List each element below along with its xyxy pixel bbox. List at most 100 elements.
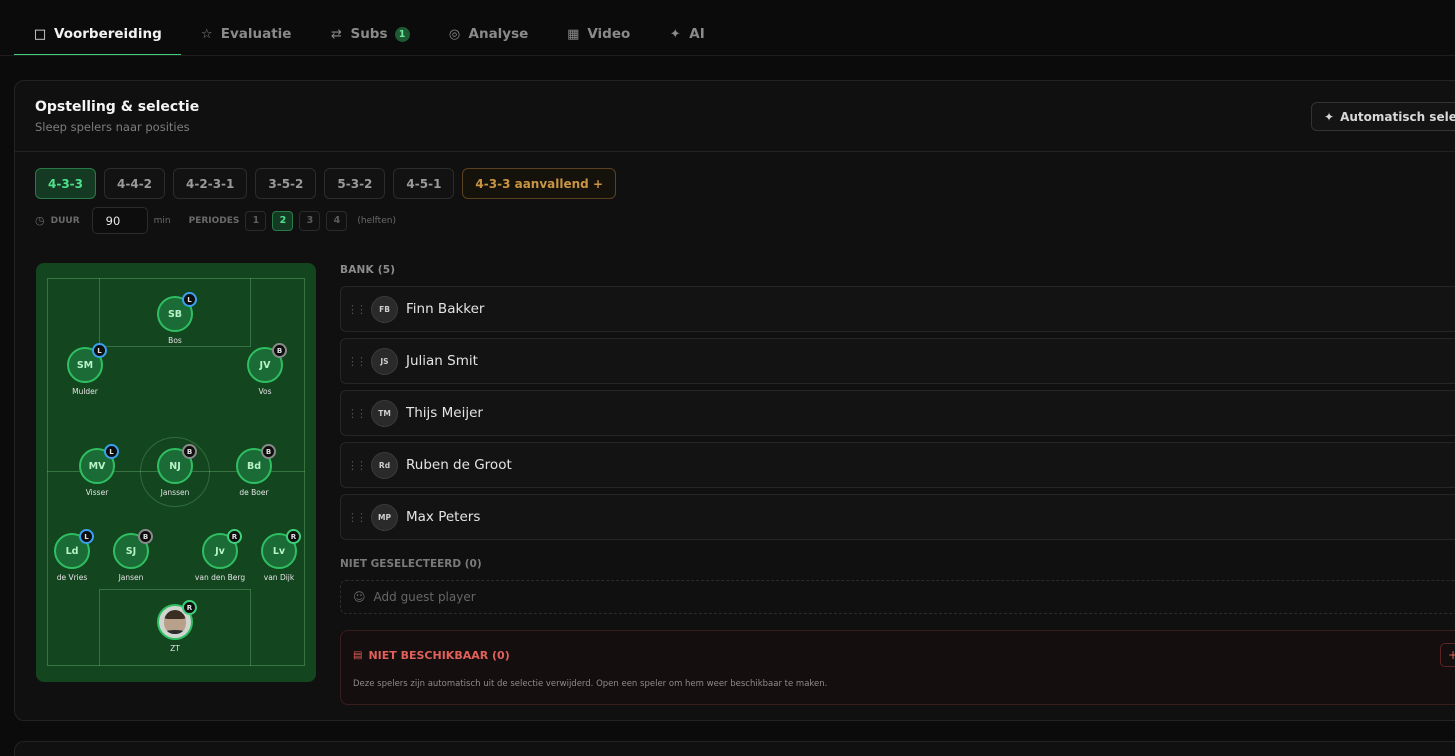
bank-player-name: Max Peters	[406, 509, 481, 525]
tab-ai[interactable]: ✦ AI	[649, 14, 723, 54]
player-role-badge: B	[138, 529, 153, 544]
drag-handle-icon[interactable]: ⋮⋮	[341, 511, 371, 524]
duration-input[interactable]: 90	[91, 207, 148, 234]
player-name: van Dijk	[263, 573, 295, 582]
avatar: FB	[371, 295, 398, 323]
field-player-goalkeeper[interactable]: R ZT	[145, 600, 205, 653]
subs-count-badge: 1	[394, 26, 410, 42]
unavailable-description: Deze spelers zijn automatisch uit de sel…	[353, 679, 828, 689]
formation-4-3-3[interactable]: 4-3-3	[35, 168, 97, 199]
formation-4-5-1[interactable]: 4-5-1	[393, 168, 455, 199]
bank-player[interactable]: ⋮⋮ Rd Ruben de Groot	[340, 442, 1455, 488]
periods-label: PERIODES	[188, 215, 240, 226]
bank-label: BANK (5)	[340, 264, 396, 276]
formation-5-3-2[interactable]: 5-3-2	[324, 168, 386, 199]
player-disc: NJ B	[157, 444, 197, 484]
period-3[interactable]: 3	[299, 210, 321, 231]
drag-handle-icon[interactable]: ⋮⋮	[341, 355, 371, 368]
main-tabs: □ Voorbereiding ☆ Evaluatie ⇄ Subs 1 ◎ A…	[14, 14, 724, 56]
player-disc: Bd B	[236, 444, 276, 484]
periods-hint: (helften)	[357, 215, 396, 226]
duration-unit: min	[153, 215, 171, 226]
player-name: Vos	[258, 387, 272, 396]
period-2[interactable]: 2	[272, 210, 294, 231]
player-disc: MV L	[79, 444, 119, 484]
player-name: de Vries	[56, 573, 88, 582]
player-disc: SB L	[157, 292, 197, 332]
swap-icon: ⇄	[331, 26, 342, 42]
tab-label: Analyse	[468, 26, 529, 42]
formation-4-4-2[interactable]: 4-4-2	[104, 168, 166, 199]
tab-label: AI	[689, 26, 705, 42]
magic-wand-icon: ✦	[1324, 109, 1335, 124]
player-role-badge: L	[79, 529, 94, 544]
bank-player[interactable]: ⋮⋮ JS Julian Smit	[340, 338, 1455, 384]
target-icon: ◎	[448, 26, 461, 42]
field-player[interactable]: MV L Visser	[67, 444, 127, 497]
tab-video[interactable]: ▦ Video	[547, 14, 649, 54]
lineup-subtitle: Sleep spelers naar posities	[35, 120, 190, 134]
formation-3-5-2[interactable]: 3-5-2	[255, 168, 317, 199]
player-name: Bos	[168, 336, 182, 345]
formation-4-2-3-1[interactable]: 4-2-3-1	[173, 168, 248, 199]
unavailable-panel: ▤ NIET BESCHIKBAAR (0) Deze spelers zijn…	[340, 630, 1455, 705]
field-player[interactable]: Bd B de Boer	[224, 444, 284, 497]
bank-player[interactable]: ⋮⋮ TM Thijs Meijer	[340, 390, 1455, 436]
drag-handle-icon[interactable]: ⋮⋮	[341, 303, 371, 316]
field-player[interactable]: SB L Bos	[145, 292, 205, 345]
field-player[interactable]: SM L Mulder	[55, 343, 115, 396]
tab-analyse[interactable]: ◎ Analyse	[429, 14, 548, 54]
unavailable-label: NIET BESCHIKBAAR (0)	[368, 649, 510, 662]
tab-evaluatie[interactable]: ☆ Evaluatie	[181, 14, 311, 54]
avatar: MP	[371, 503, 398, 531]
player-disc: R	[157, 600, 197, 640]
player-name: ZT	[170, 644, 180, 653]
field-player[interactable]: NJ B Janssen	[145, 444, 205, 497]
player-role-badge: B	[182, 444, 197, 459]
tab-subs[interactable]: ⇄ Subs 1	[310, 14, 428, 54]
drag-handle-icon[interactable]: ⋮⋮	[341, 407, 371, 420]
bank-player-name: Thijs Meijer	[406, 405, 483, 421]
player-role-badge: L	[92, 343, 107, 358]
field-player[interactable]: Lv R van Dijk	[249, 529, 309, 582]
clipboard-icon: □	[33, 26, 47, 42]
field-player[interactable]: Jv R van den Berg	[190, 529, 250, 582]
drag-handle-icon[interactable]: ⋮⋮	[341, 459, 371, 472]
player-disc: Lv R	[261, 529, 301, 569]
lineup-header: Opstelling & selectie Sleep spelers naar…	[15, 81, 1455, 152]
player-role-badge: R	[182, 600, 197, 615]
player-disc: SJ B	[113, 529, 153, 569]
formation-4-3-3-aanvallend[interactable]: 4-3-3 aanvallend +	[462, 168, 616, 199]
duration-label: DUUR	[50, 215, 80, 226]
user-plus-icon: ☺	[353, 590, 366, 604]
not-selected-label: NIET GESELECTEERD (0)	[340, 558, 482, 570]
field-player[interactable]: JV B Vos	[235, 343, 295, 396]
field-player[interactable]: SJ B Jansen	[101, 529, 161, 582]
player-disc: JV B	[247, 343, 287, 383]
lineup-title: Opstelling & selectie	[35, 99, 200, 115]
player-role-badge: L	[104, 444, 119, 459]
add-unavailable-button[interactable]: +	[1440, 643, 1455, 667]
tab-voorbereiding[interactable]: □ Voorbereiding	[14, 14, 181, 56]
sparkle-icon: ✦	[669, 26, 681, 42]
lineup-card: Opstelling & selectie Sleep spelers naar…	[14, 80, 1455, 721]
bank-list: ⋮⋮ FB Finn Bakker ⋮⋮ JS Julian Smit ⋮⋮ T…	[340, 286, 1455, 546]
tab-label: Video	[587, 26, 631, 42]
bank-player[interactable]: ⋮⋮ MP Max Peters	[340, 494, 1455, 540]
bank-player[interactable]: ⋮⋮ FB Finn Bakker	[340, 286, 1455, 332]
player-photo	[164, 610, 186, 634]
next-card	[14, 741, 1455, 756]
field-player[interactable]: Ld L de Vries	[42, 529, 102, 582]
period-1[interactable]: 1	[245, 210, 267, 231]
guest-placeholder: Add guest player	[373, 590, 476, 604]
ticket-icon: ▤	[353, 650, 363, 661]
auto-select-button[interactable]: ✦ Automatisch selecteren	[1311, 102, 1455, 131]
player-role-badge: R	[286, 529, 301, 544]
film-icon: ▦	[567, 26, 580, 42]
player-role-badge: L	[182, 292, 197, 307]
period-4[interactable]: 4	[326, 210, 348, 231]
player-role-badge: B	[272, 343, 287, 358]
add-guest-player-input[interactable]: ☺ Add guest player	[340, 580, 1455, 614]
player-name: Visser	[85, 488, 109, 497]
player-name: Janssen	[160, 488, 190, 497]
